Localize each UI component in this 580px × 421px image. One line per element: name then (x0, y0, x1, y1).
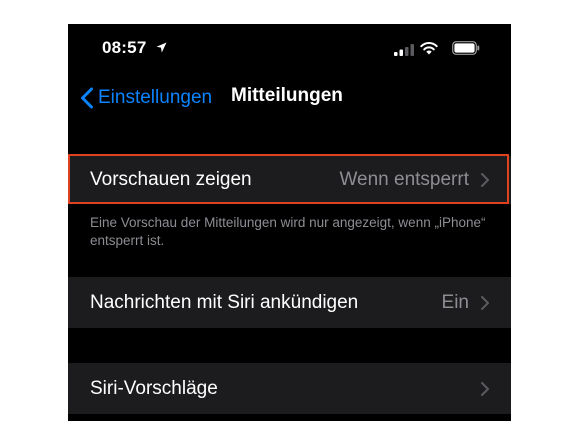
phone-screen: 08:57 Einstellungen Mitteilungen Vorscha… (68, 24, 511, 421)
status-bar: 08:57 (68, 24, 511, 76)
battery-icon (452, 41, 480, 55)
wifi-icon (420, 42, 438, 55)
siri-suggestions-row[interactable]: Siri-Vorschläge (68, 363, 511, 414)
chevron-right-icon (481, 381, 489, 396)
back-button[interactable]: Einstellungen (80, 84, 212, 112)
previews-label: Vorschauen zeigen (90, 169, 252, 190)
siri-suggestions-label: Siri-Vorschläge (90, 377, 218, 399)
cellular-signal-icon (394, 44, 414, 56)
status-time: 08:57 (102, 38, 147, 57)
location-arrow-icon (156, 42, 167, 53)
page-title: Mitteilungen (231, 85, 343, 106)
previews-footer-note: Eine Vorschau der Mitteilungen wird nur … (90, 215, 486, 248)
previews-setting-row[interactable]: Vorschauen zeigen Wenn entsperrt (68, 156, 511, 204)
announce-with-siri-row[interactable]: Nachrichten mit Siri ankündigen Ein (68, 277, 511, 328)
chevron-right-icon (481, 173, 489, 187)
back-button-label: Einstellungen (98, 87, 213, 108)
announce-value: Ein (441, 291, 469, 313)
previews-value: Wenn entsperrt (339, 169, 469, 190)
chevron-right-icon (481, 295, 489, 310)
chevron-left-icon (81, 87, 93, 109)
announce-label: Nachrichten mit Siri ankündigen (90, 291, 359, 313)
